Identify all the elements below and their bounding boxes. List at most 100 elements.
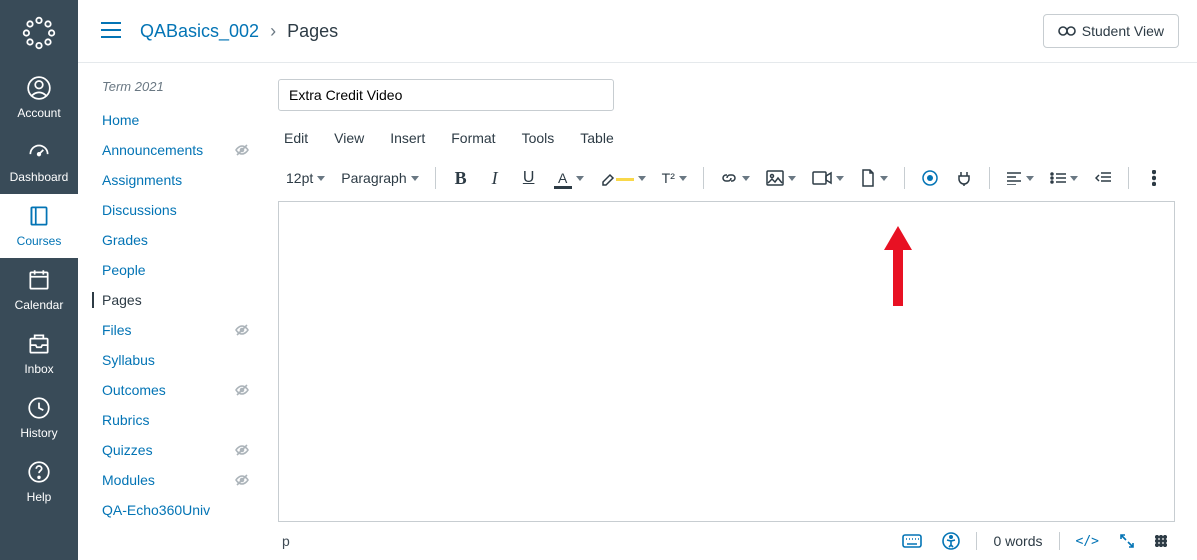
media-dropdown[interactable] <box>806 163 850 193</box>
underline-button[interactable]: U <box>514 163 544 193</box>
course-nav-item-people[interactable]: People <box>102 262 268 278</box>
global-nav-dashboard[interactable]: Dashboard <box>0 130 78 194</box>
course-nav-link[interactable]: Files <box>102 322 132 338</box>
chevron-down-icon <box>1070 176 1078 181</box>
global-nav-history[interactable]: History <box>0 386 78 450</box>
plug-icon <box>955 169 973 187</box>
menu-tools[interactable]: Tools <box>518 127 559 149</box>
bullet-list-icon <box>1050 171 1066 185</box>
document-dropdown[interactable] <box>854 163 894 193</box>
course-nav-item-announcements[interactable]: Announcements <box>102 142 268 158</box>
course-nav-link[interactable]: QA-Echo360Univ <box>102 502 210 518</box>
global-nav-inbox[interactable]: Inbox <box>0 322 78 386</box>
record-media-button[interactable] <box>915 163 945 193</box>
chevron-down-icon <box>638 176 646 181</box>
link-icon <box>720 171 738 185</box>
fullscreen-button[interactable] <box>1115 531 1139 551</box>
global-nav-account[interactable]: Account <box>0 66 78 130</box>
glasses-icon <box>1058 25 1076 37</box>
highlighter-icon <box>600 170 616 186</box>
dashboard-icon <box>25 138 53 166</box>
editor-statusbar: p 0 words </> <box>278 522 1175 552</box>
bold-button[interactable]: B <box>446 163 476 193</box>
course-nav-link[interactable]: Syllabus <box>102 352 155 368</box>
global-nav-label: Account <box>17 106 60 120</box>
breadcrumb-course[interactable]: QABasics_002 <box>140 21 259 41</box>
course-nav-item-syllabus[interactable]: Syllabus <box>102 352 268 368</box>
chevron-down-icon <box>836 176 844 181</box>
course-nav-item-rubrics[interactable]: Rubrics <box>102 412 268 428</box>
global-nav-help[interactable]: Help <box>0 450 78 514</box>
align-dropdown[interactable] <box>1000 163 1040 193</box>
text-color-dropdown[interactable]: A <box>548 163 590 193</box>
course-nav-link[interactable]: People <box>102 262 146 278</box>
more-toolbar-button[interactable] <box>1139 163 1169 193</box>
outdent-icon <box>1095 171 1111 185</box>
link-dropdown[interactable] <box>714 163 756 193</box>
course-nav-link[interactable]: Modules <box>102 472 155 488</box>
font-size-dropdown[interactable]: 12pt <box>280 163 331 193</box>
course-nav-item-grades[interactable]: Grades <box>102 232 268 248</box>
apps-plugin-button[interactable] <box>949 163 979 193</box>
course-nav-link[interactable]: Home <box>102 112 139 128</box>
course-nav-item-assignments[interactable]: Assignments <box>102 172 268 188</box>
canvas-logo-icon[interactable] <box>20 14 58 52</box>
highlight-color-dropdown[interactable] <box>594 163 652 193</box>
course-nav-link[interactable]: Grades <box>102 232 148 248</box>
menu-edit[interactable]: Edit <box>280 127 312 149</box>
menu-view[interactable]: View <box>330 127 368 149</box>
course-nav-link[interactable]: Announcements <box>102 142 203 158</box>
grid-dots-icon <box>1155 535 1167 547</box>
more-status-button[interactable] <box>1151 533 1171 549</box>
keyboard-shortcuts-button[interactable] <box>898 532 926 550</box>
chevron-down-icon <box>880 176 888 181</box>
course-nav-item-home[interactable]: Home <box>102 112 268 128</box>
inbox-icon <box>25 330 53 358</box>
course-nav-link[interactable]: Assignments <box>102 172 182 188</box>
course-nav-item-qa-echo360univ[interactable]: QA-Echo360Univ <box>102 502 268 518</box>
breadcrumb-current: Pages <box>287 21 338 41</box>
student-view-button[interactable]: Student View <box>1043 14 1179 48</box>
global-nav-label: Help <box>27 490 52 504</box>
app-root: Account DashboardCoursesCalendarInboxHist… <box>0 0 1197 560</box>
global-nav-calendar[interactable]: Calendar <box>0 258 78 322</box>
superscript-dropdown[interactable]: T² <box>656 163 693 193</box>
global-nav: Account DashboardCoursesCalendarInboxHist… <box>0 0 78 560</box>
menu-format[interactable]: Format <box>447 127 499 149</box>
course-nav-item-outcomes[interactable]: Outcomes <box>102 382 268 398</box>
image-dropdown[interactable] <box>760 163 802 193</box>
course-nav-link[interactable]: Rubrics <box>102 412 149 428</box>
course-nav-item-quizzes[interactable]: Quizzes <box>102 442 268 458</box>
block-format-dropdown[interactable]: Paragraph <box>335 163 424 193</box>
hidden-eye-icon <box>234 142 250 158</box>
html-editor-button[interactable]: </> <box>1072 532 1103 551</box>
element-path[interactable]: p <box>282 533 290 549</box>
course-nav-item-modules[interactable]: Modules <box>102 472 268 488</box>
list-dropdown[interactable] <box>1044 163 1084 193</box>
hidden-eye-icon <box>234 322 250 338</box>
hidden-eye-icon <box>234 472 250 488</box>
editor-toolbar: 12pt Paragraph B I U A T² <box>278 159 1175 201</box>
course-nav-link[interactable]: Quizzes <box>102 442 153 458</box>
course-nav-item-files[interactable]: Files <box>102 322 268 338</box>
hidden-eye-icon <box>234 382 250 398</box>
course-nav-item-discussions[interactable]: Discussions <box>102 202 268 218</box>
hamburger-icon[interactable] <box>96 17 126 46</box>
expand-icon <box>1119 533 1135 549</box>
italic-button[interactable]: I <box>480 163 510 193</box>
rich-text-area[interactable] <box>278 201 1175 522</box>
page-title-input[interactable] <box>278 79 614 111</box>
course-nav-link[interactable]: Pages <box>102 292 142 308</box>
course-nav-link[interactable]: Discussions <box>102 202 177 218</box>
main-column: QABasics_002 › Pages Student View Term 2… <box>78 0 1197 560</box>
outdent-button[interactable] <box>1088 163 1118 193</box>
chevron-down-icon <box>679 176 687 181</box>
word-count[interactable]: 0 words <box>989 531 1046 551</box>
menu-insert[interactable]: Insert <box>386 127 429 149</box>
accessibility-checker-button[interactable] <box>938 530 964 552</box>
menu-table[interactable]: Table <box>576 127 617 149</box>
course-nav-item-pages[interactable]: Pages <box>92 292 268 308</box>
hidden-eye-icon <box>234 442 250 458</box>
global-nav-courses[interactable]: Courses <box>0 194 78 258</box>
course-nav-link[interactable]: Outcomes <box>102 382 166 398</box>
